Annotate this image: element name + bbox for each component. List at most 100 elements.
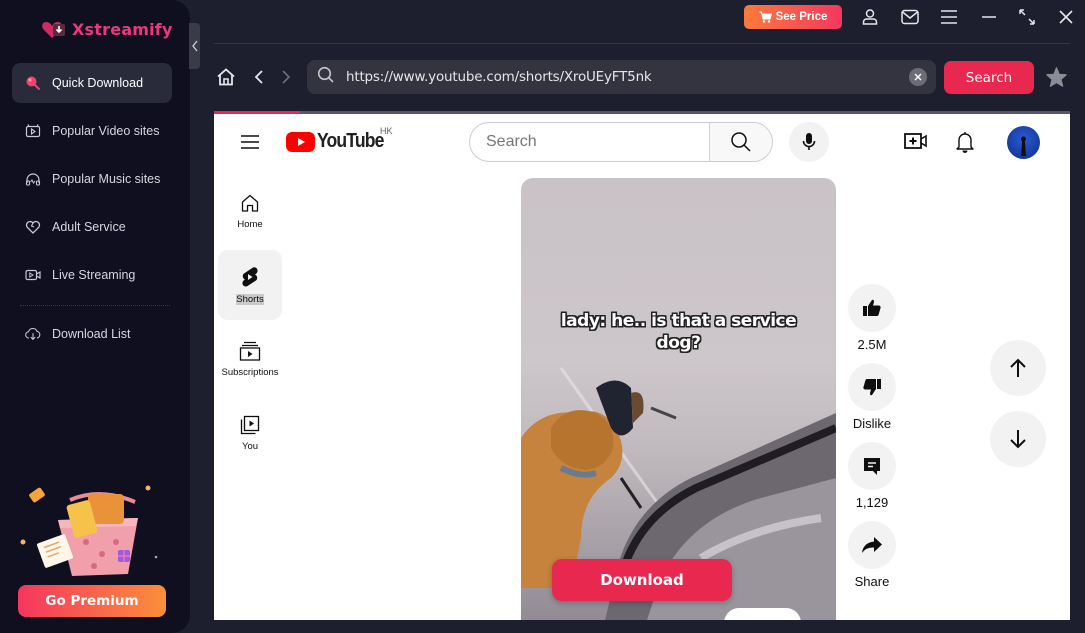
x-icon — [914, 73, 922, 81]
caption-line: lady: he.. is that a service — [560, 311, 797, 331]
user-icon[interactable] — [860, 7, 880, 27]
dislike-action: Dislike — [848, 363, 896, 432]
back-button[interactable] — [248, 66, 270, 88]
share-label: Share — [854, 574, 890, 589]
premium-basket-illustration — [20, 482, 160, 582]
guide-item-label: Shorts — [236, 293, 264, 305]
caption-line: dog? — [656, 333, 701, 353]
your-videos-icon — [240, 415, 260, 434]
share-button[interactable] — [848, 521, 896, 569]
menu-icon[interactable] — [939, 7, 959, 27]
dislike-button[interactable] — [848, 363, 896, 411]
youtube-region-code: HK — [380, 126, 393, 136]
sidebar-item-label: Quick Download — [52, 76, 144, 90]
home-button[interactable] — [215, 66, 237, 88]
browser-viewport: YouTube HK Home — [214, 114, 1070, 620]
chevron-right-icon — [282, 70, 291, 84]
comment-count: 1,129 — [855, 495, 889, 510]
video-caption: lady: he.. is that a service dog? — [521, 310, 836, 354]
see-price-button[interactable]: See Price — [744, 5, 842, 29]
thumbs-up-icon — [863, 299, 881, 316]
sidebar-item-popular-music-sites[interactable]: Popular Music sites — [12, 159, 172, 199]
youtube-search-input[interactable] — [470, 123, 709, 161]
voice-search-button[interactable] — [789, 122, 829, 162]
collapse-sidebar-button[interactable] — [189, 23, 200, 69]
home-icon — [217, 68, 235, 86]
sidebar-nav: Quick Download Popular Video sites Popul… — [12, 63, 172, 362]
like-count: 2.5M — [857, 337, 887, 352]
youtube-logo[interactable]: YouTube — [286, 130, 393, 153]
search-icon — [731, 132, 751, 152]
arrow-up-icon — [1010, 358, 1026, 377]
sidebar-item-quick-download[interactable]: Quick Download — [12, 63, 172, 103]
guide-item-home[interactable]: Home — [218, 176, 282, 246]
forward-button[interactable] — [275, 66, 297, 88]
youtube-menu-button[interactable] — [240, 134, 260, 155]
chevron-left-icon — [254, 70, 263, 84]
video-plus-icon — [904, 133, 927, 149]
user-avatar[interactable] — [1007, 126, 1040, 159]
sidebar-item-label: Popular Video sites — [52, 124, 160, 138]
search-button[interactable]: Search — [944, 61, 1034, 94]
maximize-icon[interactable] — [1017, 7, 1037, 27]
guide-item-label: Home — [237, 218, 263, 230]
previous-short-button[interactable] — [990, 340, 1046, 396]
short-video-player[interactable]: lady: he.. is that a service dog? Downlo… — [521, 178, 836, 620]
go-premium-button[interactable]: Go Premium — [18, 585, 166, 617]
lollipop-search-icon — [25, 75, 41, 91]
sidebar-item-adult-service[interactable]: Adult Service — [12, 207, 172, 247]
sidebar-divider — [20, 305, 170, 306]
guide-item-you[interactable]: You — [218, 398, 282, 468]
comments-button[interactable] — [848, 442, 896, 490]
guide-item-subscriptions[interactable]: Subscriptions — [218, 324, 282, 394]
sidebar-item-popular-video-sites[interactable]: Popular Video sites — [12, 111, 172, 151]
heart-icon — [25, 219, 41, 235]
youtube-search-box — [469, 122, 773, 162]
guide-item-shorts[interactable]: Shorts — [218, 250, 282, 320]
next-short-button[interactable] — [990, 411, 1046, 467]
bookmark-star-icon[interactable] — [1046, 67, 1067, 92]
url-bar[interactable]: https://www.youtube.com/shorts/XroUEyFT5… — [307, 60, 936, 94]
subscriptions-icon — [239, 341, 261, 361]
like-button[interactable] — [848, 284, 896, 332]
tv-play-icon — [25, 123, 41, 139]
shorts-icon — [242, 266, 258, 287]
sidebar: Xstreamify Quick Download Popular Video … — [0, 0, 190, 633]
share-action: Share — [848, 521, 896, 590]
mail-icon[interactable] — [900, 7, 920, 27]
youtube-wordmark: YouTube — [317, 130, 384, 152]
hamburger-icon — [241, 135, 259, 149]
microphone-icon — [802, 133, 816, 150]
sidebar-item-label: Live Streaming — [52, 268, 136, 282]
guide-item-label: You — [241, 440, 259, 452]
cloud-download-icon — [25, 326, 41, 342]
notifications-button[interactable] — [955, 131, 975, 158]
minimize-icon[interactable] — [979, 7, 999, 27]
thumbs-down-icon — [863, 379, 881, 396]
close-icon[interactable] — [1056, 7, 1076, 27]
titlebar-separator — [214, 43, 1070, 44]
arrow-down-icon — [1010, 430, 1026, 449]
sidebar-item-download-list[interactable]: Download List — [12, 314, 172, 354]
short-actions: 2.5M Dislike 1,129 Share — [848, 284, 896, 600]
see-price-label: See Price — [775, 11, 828, 23]
like-action: 2.5M — [848, 284, 896, 353]
headphones-icon — [25, 171, 41, 187]
download-button[interactable]: Download — [552, 559, 732, 601]
youtube-guide: Home Shorts Subscriptions You — [218, 176, 282, 472]
clear-url-button[interactable] — [909, 68, 927, 86]
create-video-button[interactable] — [904, 131, 928, 156]
logo-heart-download-icon — [40, 18, 66, 40]
app-window: Xstreamify Quick Download Popular Video … — [0, 0, 1085, 633]
sidebar-item-label: Download List — [52, 327, 131, 341]
youtube-search-button[interactable] — [709, 123, 772, 161]
guide-item-label: Subscriptions — [221, 366, 279, 378]
sidebar-item-live-streaming[interactable]: Live Streaming — [12, 255, 172, 295]
app-name: Xstreamify — [72, 19, 173, 39]
subscribe-pill[interactable] — [724, 608, 801, 620]
sidebar-item-label: Popular Music sites — [52, 172, 161, 186]
home-icon — [241, 194, 259, 212]
search-icon — [317, 66, 335, 89]
url-input[interactable]: https://www.youtube.com/shorts/XroUEyFT5… — [346, 69, 909, 85]
sidebar-item-label: Adult Service — [52, 220, 126, 234]
